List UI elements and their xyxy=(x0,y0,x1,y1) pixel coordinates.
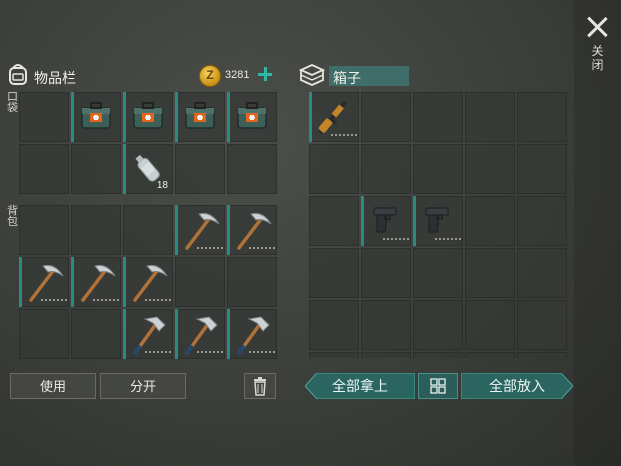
chest-slot[interactable] xyxy=(361,300,411,350)
pocket-slot[interactable] xyxy=(175,144,225,194)
durability-dots xyxy=(197,351,223,355)
durability-dots xyxy=(41,299,67,303)
pocket-label: 口袋 xyxy=(7,91,18,114)
durability-dots xyxy=(197,247,223,251)
chest-slot[interactable] xyxy=(361,352,411,358)
pocket-slot[interactable]: 18 xyxy=(123,144,173,194)
item-quantity: 18 xyxy=(156,180,168,191)
sort-grid-icon xyxy=(430,378,446,394)
chest-slot[interactable] xyxy=(413,352,463,358)
backpack-slot[interactable] xyxy=(71,257,121,307)
chest-slot[interactable] xyxy=(309,144,359,194)
backpack-slot[interactable] xyxy=(175,257,225,307)
chest-slot[interactable] xyxy=(517,248,567,298)
coin-count: 3281 xyxy=(225,69,250,81)
chest-slot[interactable] xyxy=(413,92,463,142)
pocket-slot[interactable] xyxy=(123,92,173,142)
chest-slot[interactable] xyxy=(309,248,359,298)
chest-slot[interactable] xyxy=(465,300,515,350)
backpack-slot[interactable] xyxy=(175,309,225,359)
backpack-slot[interactable] xyxy=(19,309,69,359)
durability-dots xyxy=(331,134,357,138)
chest-icon xyxy=(298,64,326,86)
chest-slot[interactable] xyxy=(361,196,411,246)
pocket-slot[interactable] xyxy=(19,144,69,194)
chest-slot[interactable] xyxy=(309,352,359,358)
close-label[interactable]: 关闭 xyxy=(591,44,604,72)
trash-button[interactable] xyxy=(244,373,276,399)
pocket-slot[interactable] xyxy=(227,92,277,142)
backpack-slot[interactable] xyxy=(175,205,225,255)
backpack-grid xyxy=(19,205,277,359)
chest-slot[interactable] xyxy=(465,248,515,298)
chest-slot[interactable] xyxy=(465,92,515,142)
chest-slot[interactable] xyxy=(465,352,515,358)
chest-slot[interactable] xyxy=(361,144,411,194)
use-button[interactable]: 使用 xyxy=(10,373,96,399)
chest-title: 箱子 xyxy=(333,70,361,86)
backpack-slot[interactable] xyxy=(71,309,121,359)
pocket-slot[interactable] xyxy=(71,92,121,142)
pocket-slot[interactable] xyxy=(19,92,69,142)
chest-slot[interactable] xyxy=(309,196,359,246)
pocket-slot[interactable] xyxy=(71,144,121,194)
inventory-title: 物品栏 xyxy=(34,70,76,86)
chest-slot[interactable] xyxy=(361,248,411,298)
chest-slot[interactable] xyxy=(517,144,567,194)
close-icon[interactable] xyxy=(586,16,608,38)
put-all-label: 全部放入 xyxy=(489,378,545,394)
backpack-slot[interactable] xyxy=(227,257,277,307)
chest-slot[interactable] xyxy=(413,196,463,246)
chest-slot[interactable] xyxy=(465,144,515,194)
add-coins-button[interactable] xyxy=(258,67,272,81)
backpack-slot[interactable] xyxy=(71,205,121,255)
backpack-slot[interactable] xyxy=(19,205,69,255)
chest-slot[interactable] xyxy=(413,248,463,298)
durability-dots xyxy=(249,351,275,355)
pocket-slot[interactable] xyxy=(175,92,225,142)
durability-dots xyxy=(249,247,275,251)
backpack-slot[interactable] xyxy=(123,205,173,255)
sort-button[interactable] xyxy=(418,373,458,399)
chest-slot[interactable] xyxy=(517,300,567,350)
chest-slot[interactable] xyxy=(413,144,463,194)
durability-dots xyxy=(145,299,171,303)
pocket-grid: 18 xyxy=(19,92,277,194)
backpack-slot[interactable] xyxy=(227,309,277,359)
durability-dots xyxy=(145,351,171,355)
backpack-label: 背包 xyxy=(7,205,18,228)
split-button[interactable]: 分开 xyxy=(100,373,186,399)
chest-grid xyxy=(309,92,567,358)
chest-slot[interactable] xyxy=(517,196,567,246)
durability-dots xyxy=(383,238,409,242)
chest-slot[interactable] xyxy=(309,300,359,350)
take-all-label: 全部拿上 xyxy=(332,378,388,394)
backpack-slot[interactable] xyxy=(227,205,277,255)
durability-dots xyxy=(435,238,461,242)
chest-title-field: 箱子 xyxy=(329,66,409,86)
chest-slot[interactable] xyxy=(465,196,515,246)
chest-slot[interactable] xyxy=(517,92,567,142)
backpack-icon xyxy=(9,64,27,85)
chest-slot[interactable] xyxy=(309,92,359,142)
durability-dots xyxy=(93,299,119,303)
trash-icon xyxy=(254,377,266,396)
backpack-slot[interactable] xyxy=(123,257,173,307)
chest-slot[interactable] xyxy=(517,352,567,358)
take-all-button[interactable]: 全部拿上 xyxy=(305,373,415,399)
backpack-slot[interactable] xyxy=(123,309,173,359)
put-all-button[interactable]: 全部放入 xyxy=(461,373,573,399)
chest-slot[interactable] xyxy=(361,92,411,142)
pocket-slot[interactable] xyxy=(227,144,277,194)
chest-slot[interactable] xyxy=(413,300,463,350)
coin-icon: Z xyxy=(199,65,221,87)
backpack-slot[interactable] xyxy=(19,257,69,307)
